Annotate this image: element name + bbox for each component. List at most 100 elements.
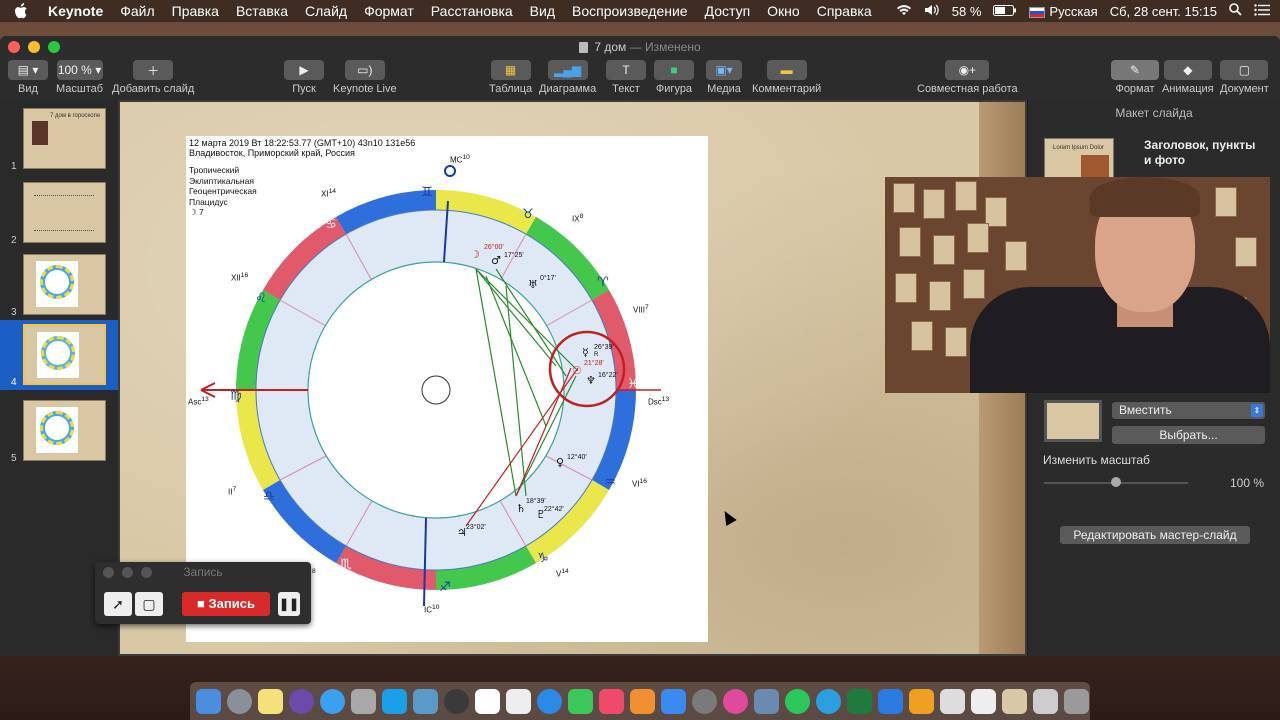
animate-tab[interactable]: ◆ Анимация: [1162, 60, 1214, 95]
slide-thumbnail[interactable]: [23, 182, 106, 243]
menu-slide[interactable]: Слайд: [305, 3, 347, 19]
scale-value-field[interactable]: 100 %: [1198, 476, 1264, 493]
messages-icon[interactable]: [537, 688, 562, 714]
asc-label-text: Asc: [188, 397, 202, 407]
asc-label: Asc13: [188, 396, 209, 407]
zoom-select[interactable]: 100 % ▾: [56, 60, 103, 80]
record-region-arrow-icon[interactable]: ➚: [104, 592, 132, 616]
quicktime-icon[interactable]: [444, 688, 469, 714]
menu-format[interactable]: Формат: [364, 3, 414, 19]
volume-icon[interactable]: [924, 4, 940, 19]
slide-thumbnail-row-active[interactable]: 4: [0, 320, 118, 390]
media-button[interactable]: ▣▾ Медиа: [706, 60, 742, 95]
battery-percent[interactable]: 58 %: [952, 4, 982, 19]
menu-insert[interactable]: Вставка: [236, 3, 288, 19]
spotlight-search-icon[interactable]: [1229, 3, 1242, 19]
menu-play[interactable]: Воспроизведение: [572, 3, 688, 19]
safari-icon[interactable]: [320, 688, 345, 714]
slide-layout-name[interactable]: Заголовок, пункты и фото: [1144, 138, 1264, 168]
music-icon[interactable]: [599, 688, 624, 714]
preview-icon[interactable]: [351, 688, 376, 714]
finder-icon[interactable]: [196, 688, 221, 714]
house-label-num: 14: [328, 188, 336, 195]
menu-arrange[interactable]: Расстановка: [431, 3, 513, 19]
app-store-icon[interactable]: [661, 688, 686, 714]
menu-app-keynote[interactable]: Keynote: [48, 3, 103, 19]
house-label: XII16: [231, 272, 248, 283]
input-source[interactable]: Русская: [1029, 4, 1098, 19]
textedit-icon[interactable]: [506, 688, 531, 714]
trash-icon[interactable]: [1064, 688, 1089, 714]
facetime-icon[interactable]: [568, 688, 593, 714]
menu-view[interactable]: Вид: [530, 3, 555, 19]
document-stack-icon[interactable]: [971, 688, 996, 714]
notes-icon[interactable]: [258, 688, 283, 714]
chart-icon: ▂▄▆: [547, 60, 588, 80]
asc-label-num: 13: [201, 396, 209, 403]
telegram-icon[interactable]: [816, 688, 841, 714]
notification-center-icon[interactable]: [1254, 3, 1270, 19]
scale-slider-knob[interactable]: [1111, 477, 1121, 487]
system-preferences-icon[interactable]: [692, 688, 717, 714]
format-tab[interactable]: ✎ Формат: [1111, 60, 1159, 95]
clock[interactable]: Сб, 28 сент. 15:15: [1110, 4, 1217, 19]
whatsapp-icon[interactable]: [785, 688, 810, 714]
document-stack-icon[interactable]: [1033, 688, 1058, 714]
table-button[interactable]: ▦ Таблица: [489, 60, 532, 95]
battery-icon[interactable]: [993, 4, 1017, 19]
shape-button[interactable]: ■ Фигура: [654, 60, 694, 95]
background-image-well[interactable]: [1044, 400, 1102, 442]
launchpad-icon[interactable]: [227, 688, 252, 714]
siri-icon[interactable]: [289, 688, 314, 714]
slide-thumbnail-selected[interactable]: [23, 324, 106, 385]
apple-icon[interactable]: [14, 3, 28, 19]
photo-booth-icon[interactable]: [413, 688, 438, 714]
record-window-icon[interactable]: ▢: [135, 592, 163, 616]
comment-button[interactable]: ▬ Комментарий: [752, 60, 821, 95]
image-capture-icon[interactable]: [754, 688, 779, 714]
menu-window[interactable]: Окно: [767, 3, 800, 19]
zoom-button[interactable]: 100 % ▾ Масштаб: [56, 60, 103, 95]
pause-icon[interactable]: ❚❚: [278, 592, 300, 616]
document-tab[interactable]: ▢ Документ: [1220, 60, 1269, 95]
slide-thumbnail-row[interactable]: 7 дом в гороскопе 1: [0, 104, 118, 174]
keynote-live-button[interactable]: ▭) Keynote Live: [333, 60, 397, 95]
books-icon[interactable]: [630, 688, 655, 714]
view-label: Вид: [18, 83, 38, 95]
document-title: 7 дом: [594, 40, 627, 54]
slide-thumbnail[interactable]: [23, 254, 106, 315]
view-button[interactable]: ▤ ▾ Вид: [8, 60, 48, 95]
document-stack-icon[interactable]: [1002, 688, 1027, 714]
fullscreen-window-button[interactable]: [48, 41, 60, 53]
document-stack-icon[interactable]: [940, 688, 965, 714]
slide-thumbnail-row[interactable]: 2: [0, 178, 118, 248]
house-label: V14: [556, 568, 569, 579]
image-fit-select[interactable]: Вместить ⇕: [1112, 402, 1265, 419]
slide-thumbnail-row[interactable]: 5: [0, 396, 118, 466]
scale-slider[interactable]: [1044, 477, 1188, 487]
minimize-window-button[interactable]: [28, 41, 40, 53]
menu-file[interactable]: Файл: [120, 3, 154, 19]
edit-master-slide-button[interactable]: Редактировать мастер-слайд: [1060, 526, 1250, 544]
close-window-button[interactable]: [8, 41, 20, 53]
calendar-icon[interactable]: [475, 688, 500, 714]
skype-icon[interactable]: [382, 688, 407, 714]
text-button[interactable]: T Текст: [606, 60, 646, 95]
menu-edit[interactable]: Правка: [172, 3, 219, 19]
keynote-icon[interactable]: [878, 688, 903, 714]
slide-thumbnail[interactable]: [23, 400, 106, 461]
collaborate-button[interactable]: ◉+ Совместная работа: [917, 60, 1018, 95]
add-slide-button[interactable]: ＋ Добавить слайд: [112, 60, 194, 95]
reeder-icon[interactable]: [909, 688, 934, 714]
chart-button[interactable]: ▂▄▆ Диаграмма: [539, 60, 596, 95]
excel-icon[interactable]: [847, 688, 872, 714]
start-recording-button[interactable]: ■ Запись: [182, 592, 270, 616]
menu-share[interactable]: Доступ: [705, 3, 751, 19]
wifi-icon[interactable]: [896, 4, 912, 19]
slide-thumbnail[interactable]: 7 дом в гороскопе: [23, 108, 106, 169]
choose-image-button[interactable]: Выбрать...: [1112, 426, 1265, 444]
menu-help[interactable]: Справка: [817, 3, 872, 19]
play-button[interactable]: ▶ Пуск: [284, 60, 324, 95]
slide-thumbnail-row[interactable]: 3: [0, 250, 118, 320]
photos-icon[interactable]: [723, 688, 748, 714]
